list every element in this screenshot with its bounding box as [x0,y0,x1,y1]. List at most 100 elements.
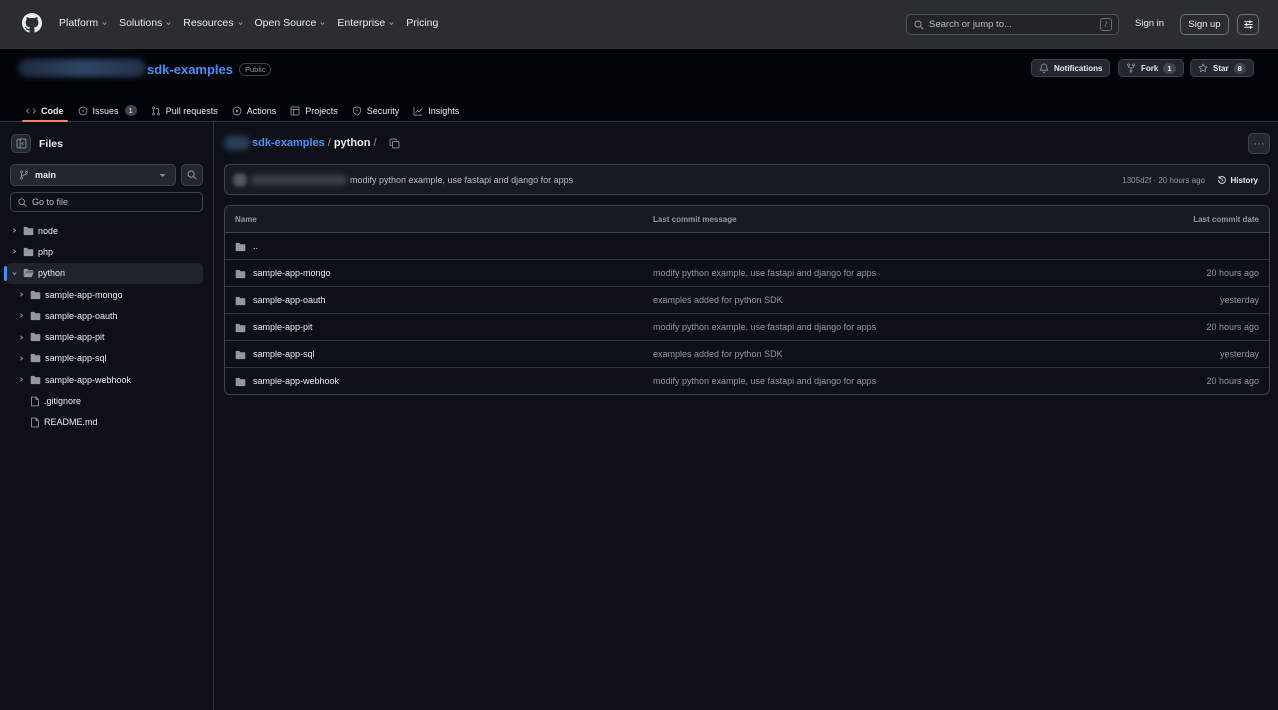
collapse-sidebar-button[interactable] [11,134,31,153]
file-tree: node php python sample-app-mongo sample-app-… [4,220,203,433]
nav-item-label: Platform [59,17,99,29]
tree-item-label: sample-app-webhook [45,374,132,385]
nav-item-pricing[interactable]: Pricing [406,17,438,29]
commit-hash-time[interactable]: 1305d2f · 20 hours ago [1122,176,1205,185]
chevron-right-icon[interactable] [8,227,20,234]
search-icon [914,19,924,30]
latest-commit-bar: modify python example, use fastapi and d… [224,164,1270,195]
star-count: 8 [1233,62,1246,74]
row-commit-message[interactable]: modify python example, use fastapi and d… [653,268,876,278]
nav-item-resources[interactable]: Resources [183,17,243,29]
star-button[interactable]: Star 8 [1190,59,1254,77]
table-row[interactable]: .. [225,233,1269,260]
nav-item-platform[interactable]: Platform [59,17,108,29]
chevron-right-icon[interactable] [15,291,27,298]
sidebar-header: Files [11,134,63,153]
row-name-link[interactable]: sample-app-mongo [253,268,331,278]
chevron-right-icon[interactable] [15,312,27,319]
table-row[interactable]: sample-app-oauth examples added for pytho… [225,287,1269,314]
tree-item-sample-app-oauth[interactable]: sample-app-oauth [6,305,203,326]
tab-label: Security [366,105,400,116]
github-logo-icon[interactable] [22,13,42,33]
tab-issues[interactable]: Issues 1 [71,99,144,122]
tree-item-label: sample-app-oauth [45,310,118,321]
table-row[interactable]: sample-app-sql examples added for python … [225,341,1269,368]
play-icon [232,106,242,116]
global-header: Platform Solutions Resources Open Source Ent… [0,0,1278,49]
author-name-redacted [251,175,347,185]
folder-icon [235,296,246,306]
tree-item-label: php [38,246,54,257]
settings-menu-button[interactable] [1237,14,1259,35]
fork-count: 1 [1163,62,1176,74]
more-options-button[interactable]: ··· [1248,133,1270,154]
tree-item-readme-md[interactable]: README.md [6,412,203,433]
nav-item-solutions[interactable]: Solutions [119,17,172,29]
caret-down-icon [159,172,166,179]
row-commit-message[interactable]: modify python example, use fastapi and d… [653,376,876,386]
folder-icon [30,375,41,385]
tree-item-sample-app-mongo[interactable]: sample-app-mongo [6,284,203,305]
tree-item-sample-app-pit[interactable]: sample-app-pit [6,326,203,347]
table-row[interactable]: sample-app-webhook modify python example,… [225,368,1269,394]
tree-item-gitignore[interactable]: .gitignore [6,390,203,411]
breadcrumb-repo-link[interactable]: sdk-examples [252,137,325,149]
table-row[interactable]: sample-app-pit modify python example, use… [225,314,1269,341]
chevron-right-icon[interactable] [8,248,20,255]
chevron-right-icon[interactable] [15,334,27,341]
branch-select[interactable]: main [10,164,176,186]
tab-actions[interactable]: Actions [225,99,284,122]
notifications-button[interactable]: Notifications [1031,59,1111,77]
tab-insights[interactable]: Insights [406,99,466,122]
folder-icon [30,353,41,363]
row-name-link[interactable]: sample-app-oauth [253,295,326,305]
sign-in-link[interactable]: Sign in [1135,18,1164,29]
row-name-link[interactable]: sample-app-pit [253,322,313,332]
commit-message-link[interactable]: modify python example, use fastapi and d… [350,175,573,185]
fork-button[interactable]: Fork 1 [1118,59,1184,77]
search-placeholder: Search or jump to... [929,19,1012,30]
search-shortcut-key: / [1100,18,1112,31]
tab-security[interactable]: Security [345,99,407,122]
nav-item-enterprise[interactable]: Enterprise [337,17,395,29]
tree-item-sample-app-sql[interactable]: sample-app-sql [6,348,203,369]
search-input[interactable]: Search or jump to... / [906,14,1119,35]
row-commit-message[interactable]: examples added for python SDK [653,349,783,359]
tree-item-sample-app-webhook[interactable]: sample-app-webhook [6,369,203,390]
tab-label: Pull requests [165,105,218,116]
folder-icon [23,226,34,236]
tree-item-node[interactable]: node [6,220,203,241]
tree-item-php[interactable]: php [6,241,203,262]
tree-item-label: sample-app-sql [45,353,107,364]
chevron-right-icon[interactable] [15,376,27,383]
tree-item-python[interactable]: python [4,262,203,284]
tab-code[interactable]: Code [19,99,71,122]
sidebar-search-button[interactable] [181,164,203,186]
history-button[interactable]: History [1217,175,1258,185]
row-name-link[interactable]: .. [253,241,258,251]
row-commit-message[interactable]: examples added for python SDK [653,295,783,305]
copy-path-button[interactable] [389,138,400,149]
row-name-link[interactable]: sample-app-webhook [253,376,339,386]
tab-projects[interactable]: Projects [283,99,345,122]
nav-item-open-source[interactable]: Open Source [255,17,327,29]
go-to-file-placeholder: Go to file [32,197,69,207]
row-name-link[interactable]: sample-app-sql [253,349,315,359]
folder-icon [30,311,41,321]
nav-item-label: Enterprise [337,17,386,29]
repo-name-link[interactable]: sdk-examples [147,62,233,77]
main-content: sdk-examples / python / ··· modify pytho… [214,122,1278,710]
sign-up-button[interactable]: Sign up [1180,14,1229,35]
row-commit-message[interactable]: modify python example, use fastapi and d… [653,322,876,332]
chevron-down-icon[interactable] [8,270,20,277]
fork-icon [1127,63,1135,73]
folder-icon [235,242,246,252]
chevron-down-icon [101,20,108,27]
chevron-right-icon[interactable] [15,355,27,362]
go-to-file-input[interactable]: Go to file [10,192,203,212]
chevron-down-icon [388,20,395,27]
shield-icon [352,105,362,116]
table-row[interactable]: sample-app-mongo modify python example, u… [225,260,1269,287]
tab-pull-requests[interactable]: Pull requests [144,99,225,122]
code-icon [26,106,36,116]
